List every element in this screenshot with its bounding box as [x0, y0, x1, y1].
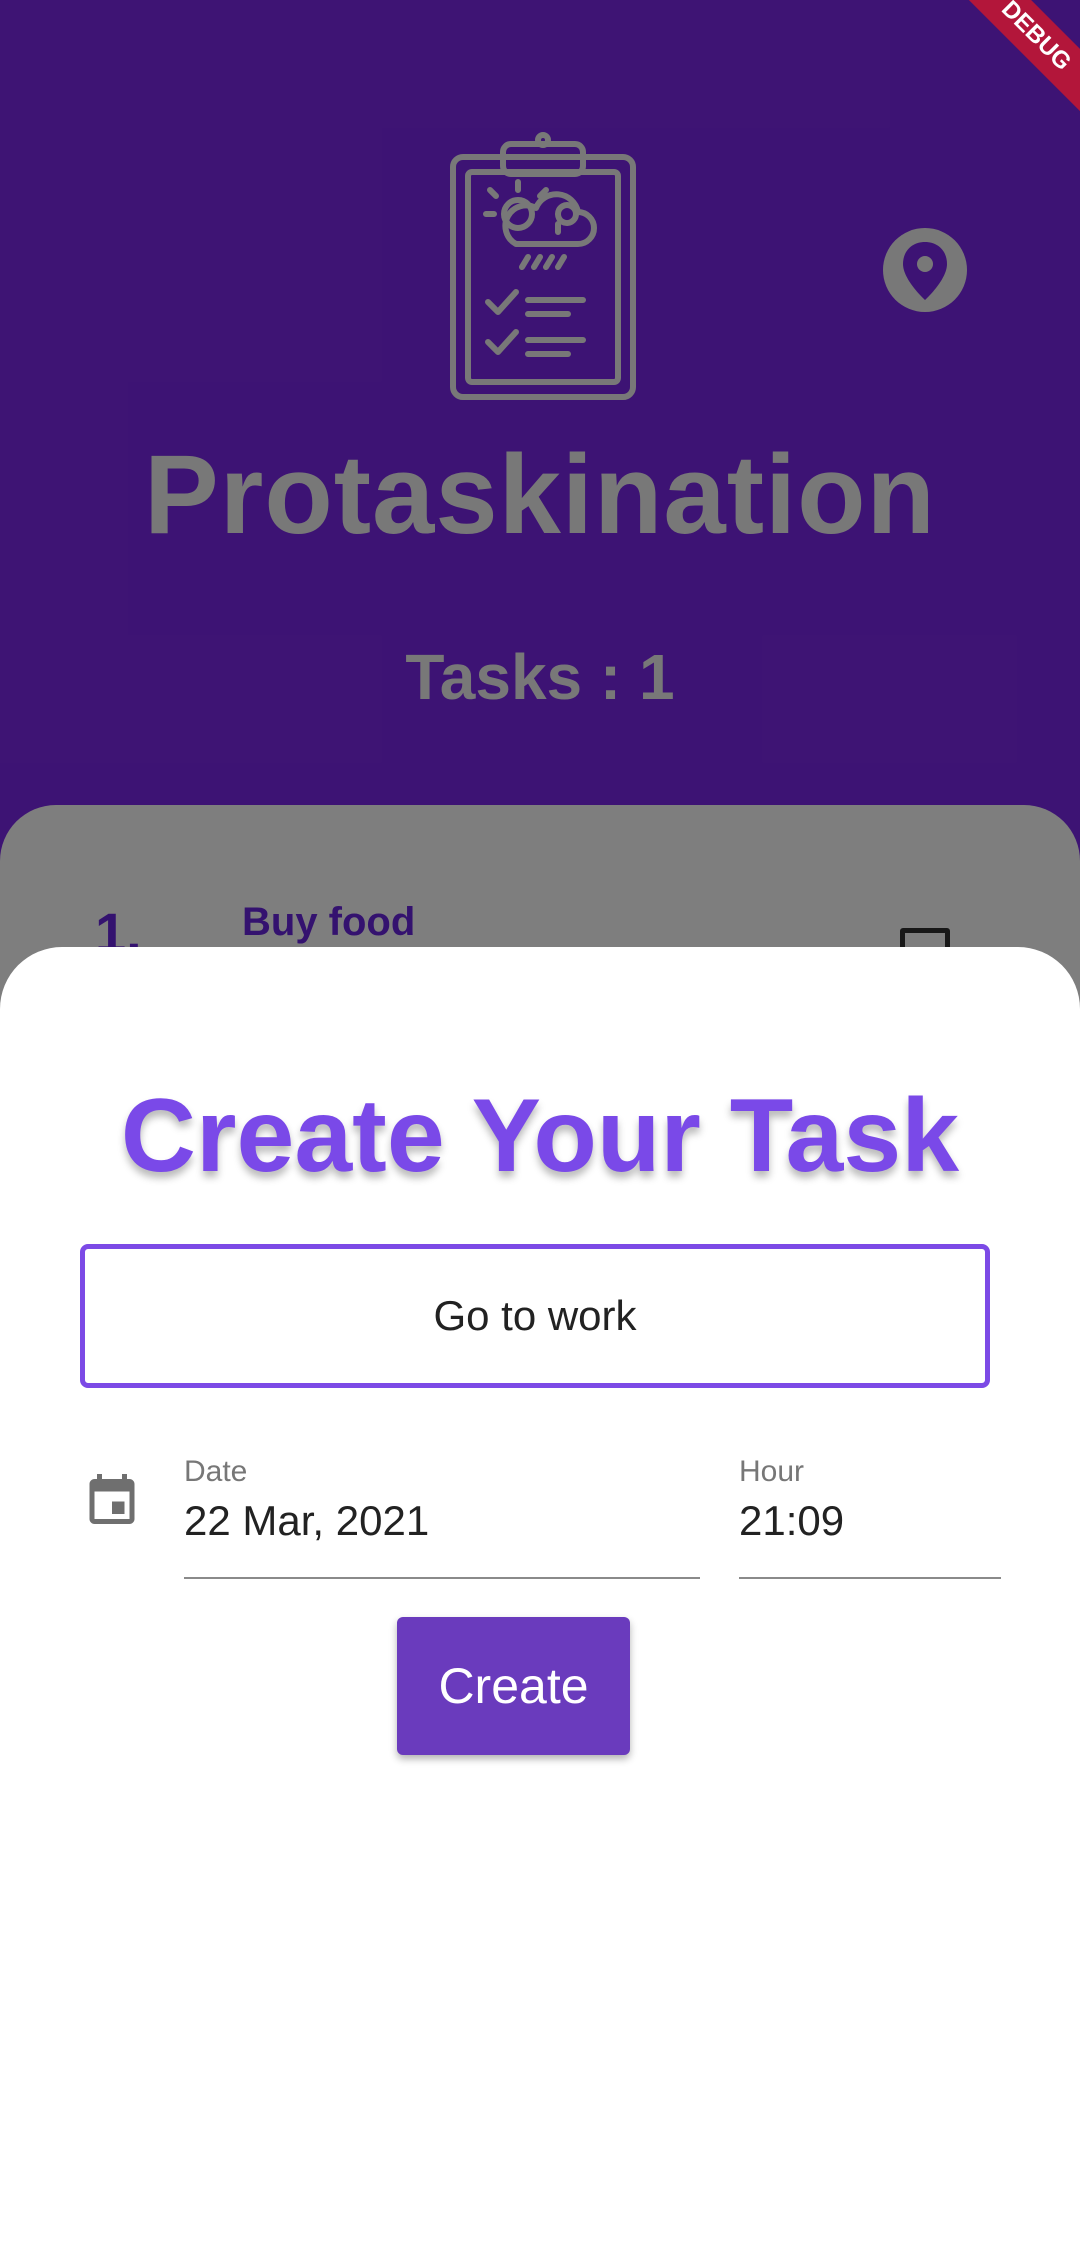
- create-task-sheet: Create Your Task Date 22 Mar, 2021 Hour …: [0, 947, 1080, 2264]
- hour-field[interactable]: 21:09: [739, 1497, 844, 1545]
- hour-underline: [739, 1577, 1001, 1579]
- task-name-input[interactable]: [80, 1244, 990, 1388]
- date-field[interactable]: 22 Mar, 2021: [184, 1497, 429, 1545]
- date-label: Date: [184, 1455, 248, 1488]
- screen: Protaskination Tasks : 1 1. Buy food DEB…: [0, 0, 1080, 2264]
- date-underline: [184, 1577, 700, 1579]
- calendar-icon[interactable]: [82, 1469, 142, 1529]
- create-button[interactable]: Create: [397, 1617, 630, 1755]
- hour-label: Hour: [739, 1455, 805, 1488]
- sheet-title: Create Your Task: [120, 1078, 960, 1194]
